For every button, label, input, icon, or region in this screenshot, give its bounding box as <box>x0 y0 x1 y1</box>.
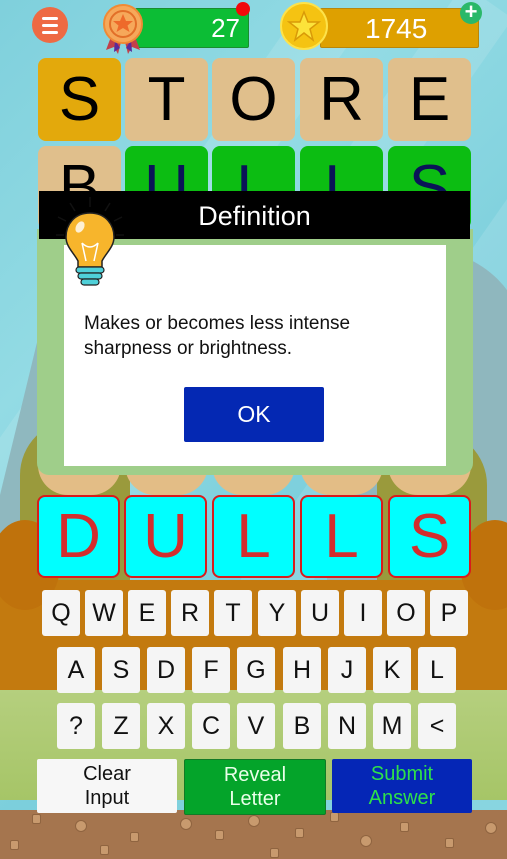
key-n[interactable]: N <box>328 703 366 749</box>
key-h[interactable]: H <box>283 647 321 693</box>
key-o[interactable]: O <box>387 590 425 636</box>
key-r[interactable]: R <box>171 590 209 636</box>
notification-dot <box>236 2 250 16</box>
board-tile: E <box>388 58 471 141</box>
key-c[interactable]: C <box>192 703 230 749</box>
star-coin-icon <box>280 2 328 50</box>
board-tile: T <box>125 58 208 141</box>
ground <box>0 810 507 859</box>
board-tile: R <box>300 58 383 141</box>
clear-input-button[interactable]: Clear Input <box>37 759 177 813</box>
key-b[interactable]: B <box>283 703 321 749</box>
board-tile: S <box>38 58 121 141</box>
definition-text: Makes or becomes less intense sharpness … <box>84 313 351 359</box>
key-hint[interactable]: ? <box>57 703 95 749</box>
key-m[interactable]: M <box>373 703 411 749</box>
coin-counter: 1745 <box>320 8 479 48</box>
level-counter: 27 <box>135 8 249 48</box>
key-u[interactable]: U <box>301 590 339 636</box>
hamburger-menu-icon <box>42 16 58 20</box>
key-d[interactable]: D <box>147 647 185 693</box>
key-a[interactable]: A <box>57 647 95 693</box>
key-w[interactable]: W <box>85 590 123 636</box>
key-v[interactable]: V <box>237 703 275 749</box>
lightbulb-icon <box>56 197 124 286</box>
key-p[interactable]: P <box>430 590 468 636</box>
input-tile[interactable]: L <box>212 495 295 578</box>
key-q[interactable]: Q <box>42 590 80 636</box>
menu-button[interactable] <box>32 7 68 43</box>
submit-answer-button[interactable]: Submit Answer <box>332 759 472 813</box>
key-t[interactable]: T <box>214 590 252 636</box>
key-g[interactable]: G <box>237 647 275 693</box>
plus-icon: + <box>464 0 478 24</box>
key-e[interactable]: E <box>128 590 166 636</box>
input-tile[interactable]: S <box>388 495 471 578</box>
input-tile[interactable]: L <box>300 495 383 578</box>
input-tile[interactable]: D <box>37 495 120 578</box>
level-value: 27 <box>211 13 240 43</box>
ok-button[interactable]: OK <box>184 387 324 442</box>
key-x[interactable]: X <box>147 703 185 749</box>
key-f[interactable]: F <box>192 647 230 693</box>
key-k[interactable]: K <box>373 647 411 693</box>
key-l[interactable]: L <box>418 647 456 693</box>
key-s[interactable]: S <box>102 647 140 693</box>
key-j[interactable]: J <box>328 647 366 693</box>
medal-icon <box>103 4 143 54</box>
input-tile[interactable]: U <box>124 495 207 578</box>
reveal-letter-button[interactable]: Reveal Letter <box>184 759 326 815</box>
add-coins-button[interactable]: + <box>460 0 482 24</box>
key-y[interactable]: Y <box>258 590 296 636</box>
coin-value: 1745 <box>365 13 428 44</box>
key-backspace[interactable]: < <box>418 703 456 749</box>
board-tile: O <box>212 58 295 141</box>
key-i[interactable]: I <box>344 590 382 636</box>
key-z[interactable]: Z <box>102 703 140 749</box>
